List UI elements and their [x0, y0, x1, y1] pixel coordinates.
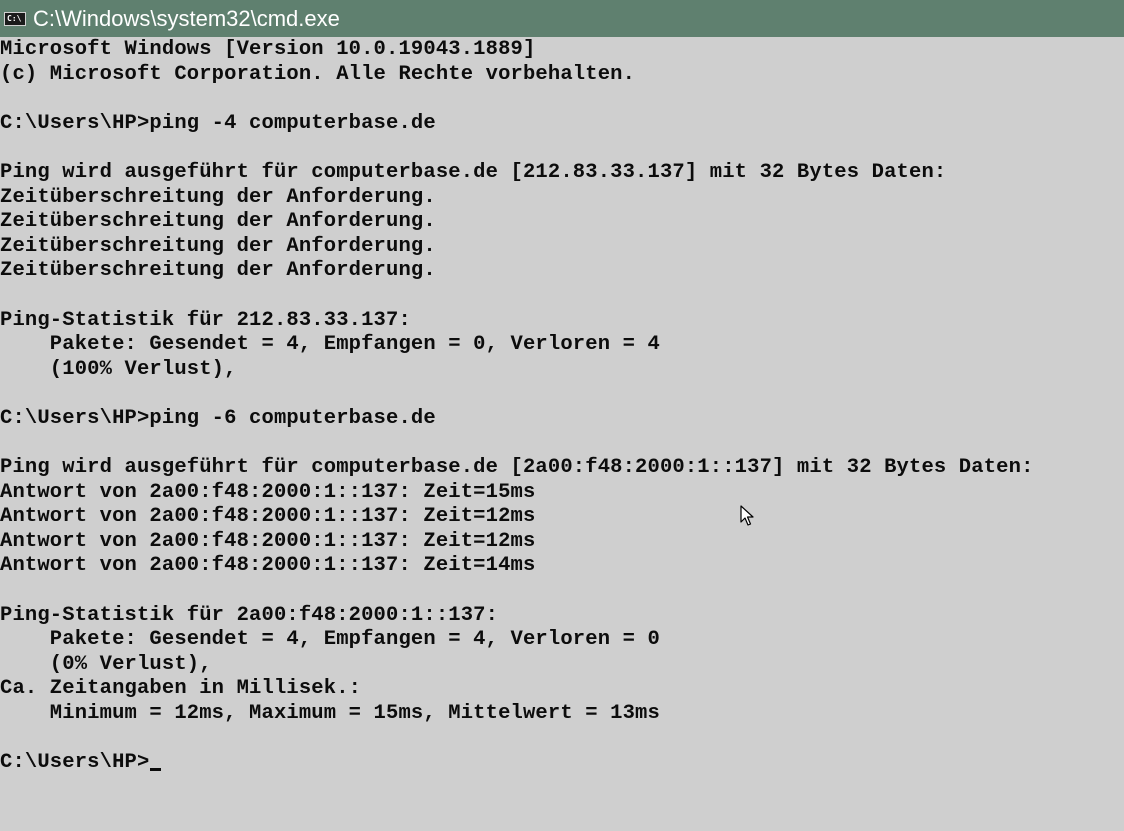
console-line: Ca. Zeitangaben in Millisek.: [0, 677, 362, 701]
cmd-window: C:\ C:\Windows\system32\cmd.exe Microsof… [0, 0, 1124, 831]
console-line: Ping wird ausgeführt für computerbase.de… [0, 160, 947, 184]
console-line: (c) Microsoft Corporation. Alle Rechte v… [0, 62, 636, 86]
console-output[interactable]: Microsoft Windows [Version 10.0.19043.18… [0, 37, 1124, 831]
command-prompt: C:\Users\HP> [0, 751, 150, 775]
console-line: C:\Users\HP>ping -4 computerbase.de [0, 111, 436, 135]
prompt-line[interactable]: C:\Users\HP> [0, 751, 1124, 776]
console-line: Antwort von 2a00:f48:2000:1::137: Zeit=1… [0, 554, 536, 578]
console-line: Microsoft Windows [Version 10.0.19043.18… [0, 38, 536, 61]
cmd-icon-glyph: C:\ [7, 13, 22, 23]
console-line: Minimum = 12ms, Maximum = 15ms, Mittelwe… [0, 702, 660, 726]
mouse-pointer-icon [740, 505, 754, 526]
console-line: Ping-Statistik für 212.83.33.137: [0, 308, 411, 332]
console-line: (100% Verlust), [0, 357, 237, 381]
console-line: (0% Verlust), [0, 652, 212, 676]
console-line: Antwort von 2a00:f48:2000:1::137: Zeit=1… [0, 529, 536, 553]
cmd-icon[interactable]: C:\ [4, 11, 26, 26]
text-cursor [150, 768, 162, 772]
console-line: Ping-Statistik für 2a00:f48:2000:1::137: [0, 603, 499, 627]
console-line: Pakete: Gesendet = 4, Empfangen = 4, Ver… [0, 628, 660, 652]
window-title: C:\Windows\system32\cmd.exe [33, 6, 340, 31]
console-line: Zeitüberschreitung der Anforderung. [0, 259, 436, 283]
title-bar[interactable]: C:\ C:\Windows\system32\cmd.exe [0, 0, 1124, 37]
console-line: Antwort von 2a00:f48:2000:1::137: Zeit=1… [0, 505, 536, 529]
console-line: Zeitüberschreitung der Anforderung. [0, 185, 436, 209]
console-line: Antwort von 2a00:f48:2000:1::137: Zeit=1… [0, 480, 536, 504]
console-line: Pakete: Gesendet = 4, Empfangen = 0, Ver… [0, 333, 660, 357]
console-line: Zeitüberschreitung der Anforderung. [0, 234, 436, 258]
console-line: C:\Users\HP>ping -6 computerbase.de [0, 406, 436, 430]
console-line: Ping wird ausgeführt für computerbase.de… [0, 456, 1034, 480]
console-line: Zeitüberschreitung der Anforderung. [0, 210, 436, 234]
